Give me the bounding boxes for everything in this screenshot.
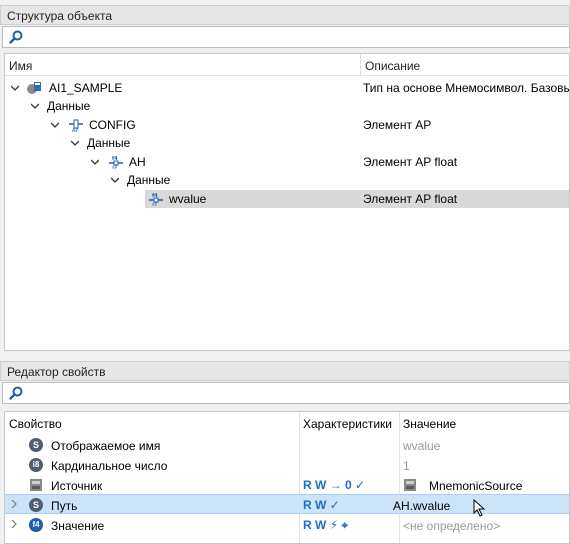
search-icon — [9, 386, 23, 400]
property-value[interactable]: wvalue — [403, 439, 440, 453]
string-type-icon: S — [29, 498, 43, 512]
float-element-icon: f4 AP — [109, 156, 123, 169]
column-value-header[interactable]: Значение — [403, 417, 456, 431]
property-name: Путь — [51, 499, 78, 513]
svg-text:AP: AP — [152, 202, 158, 206]
property-name: Источник — [51, 479, 103, 493]
tree-row-label: CONFIG — [89, 118, 136, 132]
property-name: Отображаемое имя — [51, 439, 161, 453]
property-characteristics: R W → 0 ✓ — [303, 478, 366, 492]
float-type-icon: f4 — [29, 518, 43, 532]
property-row-source[interactable]: Источник R W → 0 ✓ MnemonicSource — [5, 475, 569, 495]
column-characteristics-header[interactable]: Характеристики — [303, 417, 392, 431]
property-characteristics: R W ⚡ ⌖ — [303, 518, 349, 532]
property-row-cardinality[interactable]: i8 Кардинальное число 1 — [5, 455, 569, 475]
tree-row-label: wvalue — [169, 192, 207, 206]
tree-row-data[interactable]: Данные — [5, 97, 569, 115]
property-value[interactable]: 1 — [403, 459, 410, 473]
tree-row-ah[interactable]: f4 AP AH Элемент AP float — [5, 153, 569, 171]
structure-pane-title: Структура объекта — [0, 5, 570, 25]
property-row-path[interactable]: S Путь R W ✓ AH.wvalue — [5, 494, 569, 517]
chevron-right-icon[interactable] — [10, 500, 18, 508]
properties-search-input[interactable] — [2, 382, 570, 404]
string-type-icon: S — [29, 438, 43, 452]
property-row-value[interactable]: f4 Значение R W ⚡ ⌖ <не определено> — [5, 515, 569, 535]
tree-row-label: Данные — [127, 173, 171, 187]
property-value[interactable]: MnemonicSource — [429, 479, 522, 493]
property-grid[interactable]: Свойство Характеристики Значение S Отобр… — [4, 411, 570, 544]
chevron-down-icon[interactable] — [91, 158, 99, 166]
chevron-down-icon[interactable] — [71, 139, 79, 147]
structure-title-text: Структура объекта — [7, 9, 113, 23]
column-separator[interactable] — [360, 54, 361, 76]
column-name-header[interactable]: Имя — [9, 59, 32, 73]
tree-row-description: Тип на основе Мнемосимвол. Базовы — [363, 81, 570, 95]
mnemo-type-icon — [27, 82, 41, 94]
structure-search-input[interactable] — [2, 26, 570, 48]
chevron-down-icon[interactable] — [11, 84, 19, 92]
source-object-icon — [30, 479, 42, 491]
tree-row-label: Данные — [47, 99, 91, 113]
property-name: Значение — [51, 519, 105, 533]
search-icon — [9, 30, 23, 44]
tree-row-label: AH — [129, 155, 146, 169]
chevron-down-icon[interactable] — [31, 102, 39, 110]
column-property-header[interactable]: Свойство — [9, 417, 62, 431]
properties-title-text: Редактор свойств — [7, 365, 106, 379]
properties-pane-title: Редактор свойств — [0, 361, 570, 381]
tree-row-description: Элемент AP float — [363, 155, 458, 169]
tree-row-label: AI1_SAMPLE — [49, 81, 123, 95]
tree-row-data[interactable]: Данные — [5, 134, 569, 152]
chevron-down-icon[interactable] — [111, 176, 119, 184]
property-grid-header: Свойство Характеристики Значение — [5, 412, 569, 432]
tree-row-config[interactable]: AP CONFIG Элемент AP — [5, 116, 569, 134]
ap-element-icon: AP — [69, 119, 83, 132]
integer-type-icon: i8 — [29, 458, 43, 472]
property-row-display-name[interactable]: S Отображаемое имя wvalue — [5, 435, 569, 455]
tree-row-label: Данные — [87, 136, 131, 150]
property-name: Кардинальное число — [51, 459, 168, 473]
mnemonic-source-icon — [404, 479, 416, 491]
tree-row-description: Элемент AP — [363, 118, 432, 132]
float-element-icon: f4 AP — [149, 193, 163, 206]
tree-row-description: Элемент AP float — [363, 192, 458, 206]
property-value[interactable]: <не определено> — [403, 519, 500, 533]
property-characteristics: R W ✓ — [303, 498, 340, 512]
structure-tree[interactable]: Имя Описание AI1_SAMPLE Тип на основе Мн… — [4, 53, 570, 351]
chevron-right-icon[interactable] — [10, 520, 18, 528]
tree-row-data[interactable]: Данные — [5, 171, 569, 189]
tree-row-ai1-sample[interactable]: AI1_SAMPLE Тип на основе Мнемосимвол. Ба… — [5, 79, 569, 97]
svg-text:AP: AP — [112, 165, 118, 169]
property-value[interactable]: AH.wvalue — [393, 499, 450, 513]
tree-row-wvalue[interactable]: f4 AP wvalue Элемент AP float — [145, 190, 569, 208]
chevron-down-icon[interactable] — [51, 121, 59, 129]
column-description-header[interactable]: Описание — [365, 59, 420, 73]
svg-text:AP: AP — [72, 128, 78, 132]
tree-header: Имя Описание — [5, 54, 569, 76]
